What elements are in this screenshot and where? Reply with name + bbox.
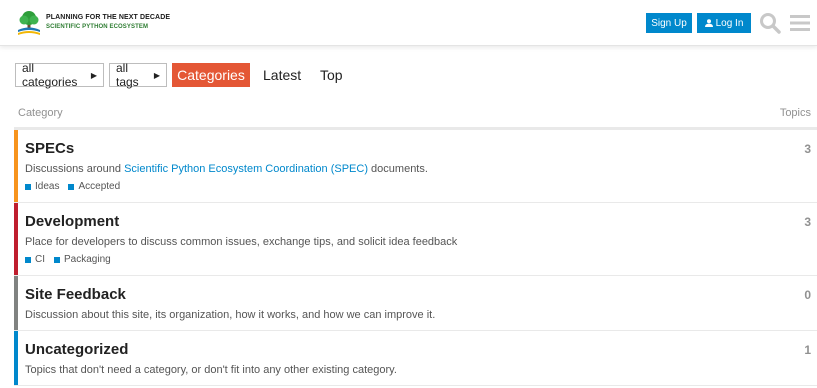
topic-count: 0 xyxy=(804,288,811,302)
category-row-development: Development Place for developers to disc… xyxy=(14,203,817,276)
site-header: PLANNING FOR THE NEXT DECADE SCIENTIFIC … xyxy=(0,0,817,46)
hamburger-menu-icon[interactable] xyxy=(788,11,812,35)
topic-count: 3 xyxy=(804,215,811,229)
column-header-topics: Topics xyxy=(779,107,811,119)
tag-filter-dropdown[interactable]: all tags ▶ xyxy=(109,61,167,89)
log-in-button[interactable]: Log In xyxy=(697,13,751,33)
category-color-bar xyxy=(14,130,18,202)
sign-up-label: Sign Up xyxy=(651,17,687,29)
category-title[interactable]: Site Feedback xyxy=(25,286,126,303)
subcategory-list: Ideas Accepted xyxy=(25,181,120,192)
category-row-site-feedback: Site Feedback Discussion about this site… xyxy=(14,276,817,331)
category-description: Discussions around Scientific Python Eco… xyxy=(25,163,428,175)
sign-up-button[interactable]: Sign Up xyxy=(646,13,692,33)
subcategory-packaging[interactable]: Packaging xyxy=(54,254,111,265)
brand-title[interactable]: PLANNING FOR THE NEXT DECADE xyxy=(46,14,170,21)
search-icon[interactable] xyxy=(758,11,782,35)
category-filter-label: all categories xyxy=(22,61,78,89)
category-title[interactable]: SPECs xyxy=(25,140,74,157)
category-color-bar xyxy=(14,331,18,385)
category-color-bar xyxy=(14,203,18,275)
category-description: Place for developers to discuss common i… xyxy=(25,236,458,248)
tag-filter-label: all tags xyxy=(116,61,139,89)
user-icon xyxy=(704,19,713,27)
category-title[interactable]: Uncategorized xyxy=(25,341,128,358)
subcategory-ci[interactable]: CI xyxy=(25,254,45,265)
subcategory-label: Ideas xyxy=(35,181,60,192)
subcategory-label: Packaging xyxy=(64,254,111,265)
brand-subtitle[interactable]: SCIENTIFIC PYTHON ECOSYSTEM xyxy=(46,24,148,30)
topic-count: 1 xyxy=(804,343,811,357)
subcategory-label: CI xyxy=(35,254,45,265)
column-header-category: Category xyxy=(18,107,63,119)
category-filter-dropdown[interactable]: all categories ▶ xyxy=(15,61,104,89)
site-logo-icon[interactable] xyxy=(16,10,42,36)
category-title[interactable]: Development xyxy=(25,213,119,230)
tab-latest[interactable]: Latest xyxy=(263,63,301,87)
square-icon xyxy=(68,183,75,190)
category-color-bar xyxy=(14,276,18,330)
caret-right-icon: ▶ xyxy=(90,70,97,80)
square-icon xyxy=(25,256,31,263)
subcategory-accepted[interactable]: Accepted xyxy=(68,181,120,192)
description-text: Discussions around xyxy=(25,163,125,175)
log-in-label: Log In xyxy=(715,17,744,29)
category-description: Topics that don't need a category, or do… xyxy=(25,364,397,376)
spec-link[interactable]: Scientific Python Ecosystem Coordination… xyxy=(124,163,368,175)
tab-categories[interactable]: Categories xyxy=(172,63,250,87)
category-description: Discussion about this site, its organiza… xyxy=(25,309,436,321)
category-row-uncategorized: Uncategorized Topics that don't need a c… xyxy=(14,331,817,386)
caret-right-icon: ▶ xyxy=(153,70,160,80)
subcategory-ideas[interactable]: Ideas xyxy=(25,181,59,192)
description-text: documents. xyxy=(368,163,428,175)
subcategory-list: CI Packaging xyxy=(25,254,111,265)
category-row-specs: SPECs Discussions around Scientific Pyth… xyxy=(14,130,817,203)
square-icon xyxy=(54,256,60,263)
tab-top[interactable]: Top xyxy=(320,63,343,87)
topic-count: 3 xyxy=(804,142,811,156)
square-icon xyxy=(25,183,31,190)
subcategory-label: Accepted xyxy=(78,181,121,192)
